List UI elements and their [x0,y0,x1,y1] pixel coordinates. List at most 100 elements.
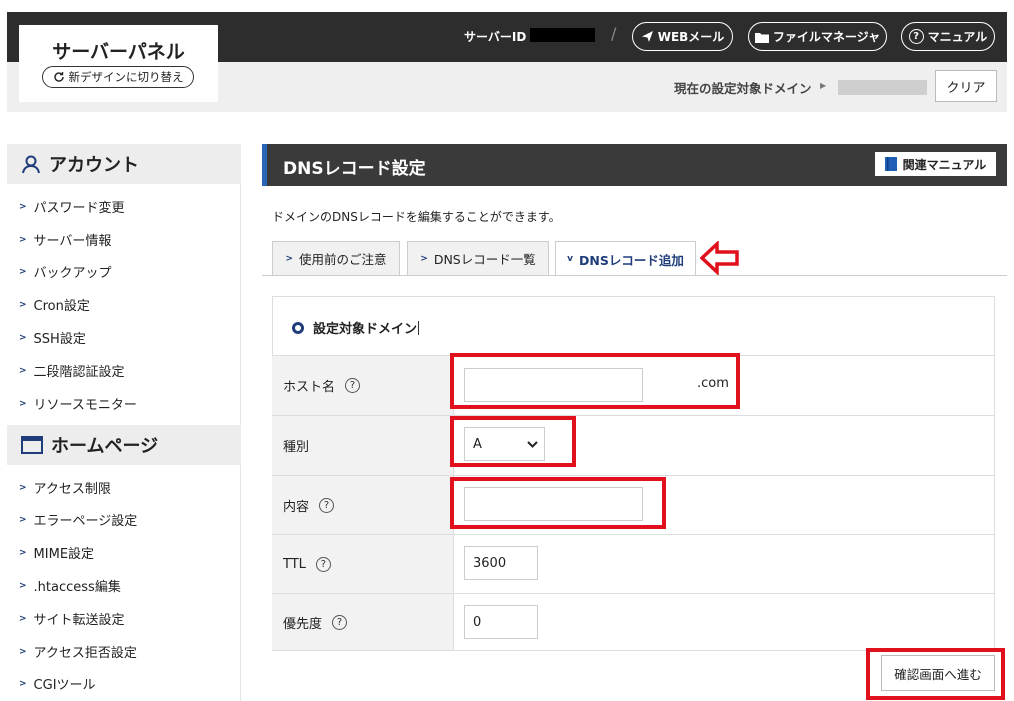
tab-dns-add[interactable]: v DNSレコード追加 [555,241,696,276]
tab-dns-list[interactable]: > DNSレコード一覧 [407,241,549,275]
sidebar-item-label: CGIツール [33,678,96,693]
server-id-label: サーバーID [464,30,527,44]
chevron-right-icon: > [19,332,27,343]
current-domain-redacted [838,80,927,95]
separator: / [611,24,617,43]
send-icon [641,31,653,42]
sidebar-item-label: SSH設定 [33,332,86,347]
sidebar-item-label: 二段階認証設定 [33,365,125,380]
webmail-button[interactable]: WEBメール [632,22,733,51]
browser-window-icon [21,436,43,454]
clear-button[interactable]: クリア [935,70,997,102]
app-title: サーバーパネル [52,41,185,63]
book-icon [884,157,897,171]
chevron-right-icon: > [285,253,294,264]
file-manager-label: ファイルマネージャ [772,30,881,44]
chevron-right-icon: > [420,253,428,264]
help-icon[interactable]: ? [319,497,335,513]
chevron-down-icon: v [567,254,574,264]
related-manual-button[interactable]: 関連マニュアル [875,152,996,176]
radio-icon [292,321,304,334]
chevron-right-icon: > [19,547,27,558]
tab-precautions[interactable]: > 使用前のご注意 [272,241,400,275]
triangle-right-icon: ▶ [820,81,827,90]
sidebar-item-mime[interactable]: > MIME設定 [19,543,94,562]
chevron-right-icon: > [19,482,27,493]
sidebar-item-resource-monitor[interactable]: > リソースモニター [19,394,137,413]
host-label: ホスト名 [283,380,336,395]
sidebar-item-server-info[interactable]: > サーバー情報 [19,230,111,249]
target-domain-row: 設定対象ドメイン [292,318,420,337]
chevron-right-icon: > [19,365,27,376]
file-manager-button[interactable]: ファイルマネージャ [748,22,887,51]
chevron-right-icon: > [19,398,27,409]
chevron-right-icon: > [19,299,27,310]
tab-label: DNSレコード一覧 [433,252,536,267]
priority-input[interactable]: 0 [464,605,538,639]
chevron-right-icon: > [19,514,27,525]
sidebar-item-redirect[interactable]: > サイト転送設定 [19,609,125,628]
sidebar-item-error-page[interactable]: > エラーページ設定 [19,510,137,529]
sidebar-item-label: .htaccess編集 [33,580,121,595]
tab-label: DNSレコード追加 [579,252,684,268]
chevron-right-icon: > [19,201,27,212]
page-title: DNSレコード設定 [283,159,426,179]
sidebar-item-label: サイト転送設定 [33,613,125,628]
sidebar-item-access-limit[interactable]: > アクセス制限 [19,478,111,497]
switch-design-button[interactable]: 新デザインに切り替え [42,66,194,88]
switch-design-label: 新デザインに切り替え [68,70,184,84]
sidebar-item-ssh[interactable]: > SSH設定 [19,328,86,347]
chevron-right-icon: > [19,234,27,245]
ttl-label: TTL [283,556,306,572]
sidebar-item-backup[interactable]: > バックアップ [19,262,112,281]
help-icon[interactable]: ? [332,614,348,630]
logo-box: サーバーパネル 新デザインに切り替え [19,25,218,102]
sidebar-item-label: サーバー情報 [33,234,112,249]
ttl-label-cell: TTL ? [272,534,453,593]
sidebar-item-label: エラーページ設定 [33,514,138,529]
chevron-right-icon: > [19,580,27,591]
manual-label: マニュアル [927,30,988,44]
manual-button[interactable]: ? マニュアル [901,22,995,51]
chevron-right-icon: > [19,266,27,277]
help-icon: ? [908,29,924,44]
tab-label: 使用前のご注意 [299,252,387,267]
sidebar-section-account-title: アカウント [49,155,139,176]
tab-underline [262,275,1007,276]
ttl-input[interactable]: 3600 [464,546,538,580]
red-highlight-content [450,477,666,529]
content-label-cell: 内容 ? [272,475,453,534]
content-label: 内容 [283,499,310,515]
sidebar-section-homepage: ホームページ [7,425,241,465]
sidebar-item-label: アクセス制限 [33,482,111,497]
sidebar-item-htaccess[interactable]: > .htaccess編集 [19,576,121,595]
type-label-cell: 種別 [272,415,453,475]
sidebar-item-cron[interactable]: > Cron設定 [19,295,90,314]
chevron-right-icon: > [19,678,27,689]
sidebar-divider [240,144,241,701]
sidebar-item-2fa[interactable]: > 二段階認証設定 [19,361,125,380]
red-highlight-host [450,353,740,409]
text-cursor [418,320,420,335]
server-id-redacted [530,28,595,42]
red-highlight-type [450,416,576,467]
sidebar-section-homepage-title: ホームページ [51,436,159,457]
sidebar-item-label: リソースモニター [33,398,137,413]
type-label: 種別 [283,440,310,455]
related-manual-label: 関連マニュアル [902,157,987,172]
red-highlight-confirm [866,648,1005,700]
folder-icon [754,32,769,43]
priority-label: 優先度 [283,616,323,632]
help-icon[interactable]: ? [345,378,361,393]
sidebar-item-password[interactable]: > パスワード変更 [19,197,125,216]
sidebar-item-access-deny[interactable]: > アクセス拒否設定 [19,642,137,661]
page-description: ドメインのDNSレコードを編集することができます。 [272,210,561,224]
sidebar-item-cgi-tools[interactable]: > CGIツール [19,674,96,693]
red-left-arrow-annotation [700,241,739,275]
sidebar-section-account: アカウント [7,144,241,184]
target-domain-label: 設定対象ドメイン [313,322,418,337]
help-icon[interactable]: ? [315,556,331,572]
sidebar-item-label: パスワード変更 [33,201,125,216]
current-domain-label: 現在の設定対象ドメイン [674,81,812,96]
sidebar-item-label: アクセス拒否設定 [33,646,137,661]
